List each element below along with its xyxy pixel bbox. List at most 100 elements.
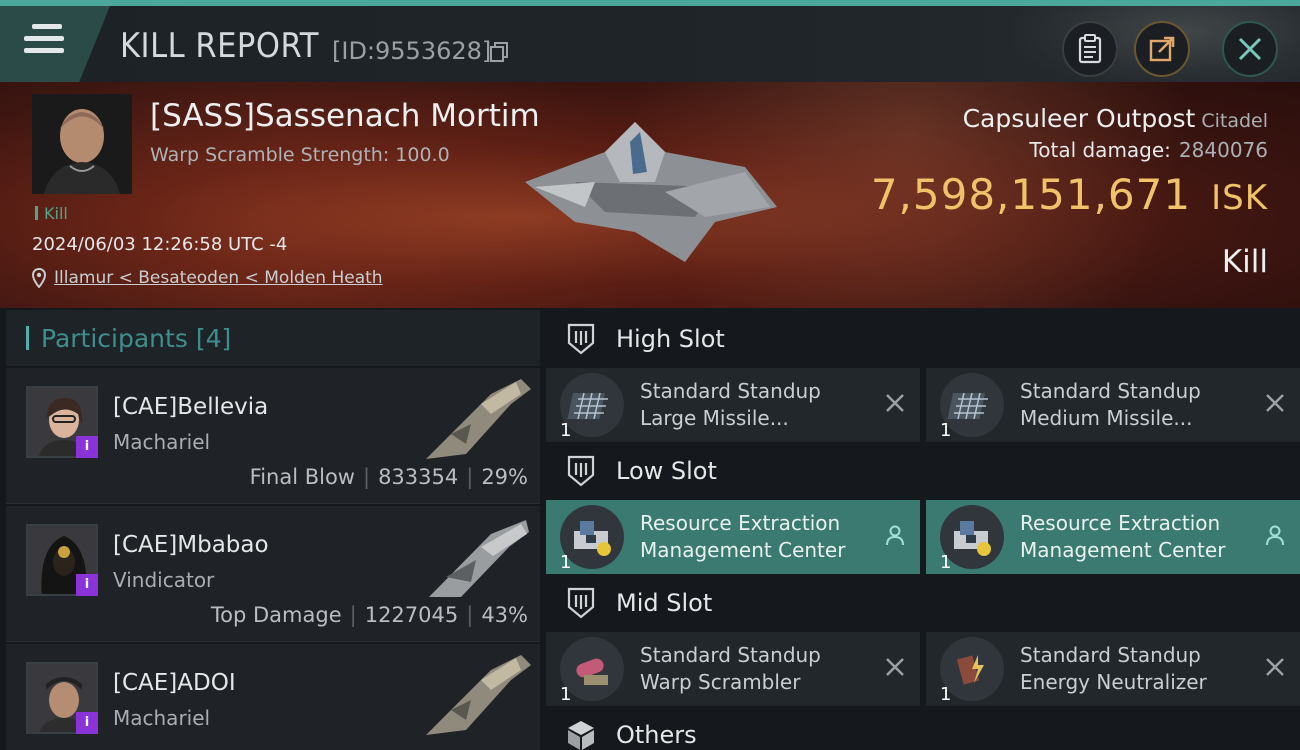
participant-stats: Final Blow | 833354 | 29% xyxy=(249,465,528,489)
machariel-ship-image xyxy=(426,655,531,735)
participant-role: Top Damage xyxy=(210,603,342,627)
low-slot-label: Low Slot xyxy=(616,457,717,485)
mid-slot-label: Mid Slot xyxy=(616,589,713,617)
module-card[interactable]: 1 Resource Extraction Management Center xyxy=(546,500,920,574)
low-slot-row: 1 Resource Extraction Management Center 1… xyxy=(546,500,1300,574)
participant-name: [CAE]Bellevia xyxy=(113,394,269,420)
mid-slot-header: Mid Slot xyxy=(546,574,1300,632)
module-card[interactable]: 1 Standard Standup Medium Missile... xyxy=(926,368,1300,442)
participant-row[interactable]: i [CAE]Bellevia Machariel Final Blow | 833… xyxy=(6,368,540,504)
participant-damage: 1227045 xyxy=(364,603,459,627)
destroyed-x-icon xyxy=(1266,658,1284,676)
close-icon xyxy=(1238,37,1262,61)
high-slot-icon xyxy=(567,323,595,355)
low-slot-header: Low Slot xyxy=(546,442,1300,500)
isk-unit: ISK xyxy=(1211,178,1268,218)
module-card[interactable]: 1 Standard Standup Large Missile... xyxy=(546,368,920,442)
participant-role: Final Blow xyxy=(249,465,355,489)
participants-header: Participants [4] xyxy=(6,310,540,366)
module-name-line1: Resource Extraction xyxy=(1020,511,1221,535)
victim-name: [SASS]Sassenach Mortim xyxy=(150,98,540,134)
participant-percent: 29% xyxy=(481,465,528,489)
module-quantity: 1 xyxy=(940,552,952,573)
kill-datetime: 2024/06/03 12:26:58 UTC -4 xyxy=(32,234,288,255)
total-damage-label: Total damage: xyxy=(1029,138,1171,162)
missile-launcher-icon: 1 xyxy=(940,373,1004,441)
module-name: Standard Standup Large Missile... xyxy=(640,378,890,432)
cube-icon xyxy=(568,721,594,750)
fitting-panel: High Slot 1 Standard Standup Large Missil… xyxy=(546,310,1300,750)
character-portrait-image xyxy=(32,94,132,194)
participant-row[interactable]: i [CAE]Mbabao Vindicator Top Damage | 1227… xyxy=(6,506,540,642)
module-name-line1: Resource Extraction xyxy=(640,511,841,535)
page-title: KILL REPORT xyxy=(120,26,319,66)
total-damage-value: 2840076 xyxy=(1178,138,1268,162)
high-slot-header: High Slot xyxy=(546,310,1300,368)
participant-badge: i xyxy=(76,712,98,734)
victim-portrait[interactable] xyxy=(32,94,132,194)
module-name: Standard Standup Medium Missile... xyxy=(1020,378,1270,432)
module-name-line2: Warp Scrambler xyxy=(640,670,801,694)
participant-ship: Vindicator xyxy=(113,568,215,592)
target-type: Citadel xyxy=(1201,110,1268,132)
target-name: Capsuleer Outpost xyxy=(962,104,1196,133)
module-name: Standard Standup Energy Neutralizer xyxy=(1020,642,1270,696)
module-quantity: 1 xyxy=(560,552,572,573)
clipboard-icon xyxy=(1078,34,1102,64)
module-name-line2: Management Center xyxy=(1020,538,1226,562)
destroyed-x-icon xyxy=(886,394,904,412)
mid-slot-row: 1 Standard Standup Warp Scrambler 1 Stand… xyxy=(546,632,1300,706)
machariel-ship-image xyxy=(426,379,531,459)
module-name: Standard Standup Warp Scrambler xyxy=(640,642,890,696)
module-quantity: 1 xyxy=(940,684,952,705)
location-pin-icon xyxy=(32,268,46,288)
copy-icon[interactable] xyxy=(490,42,508,62)
others-label: Others xyxy=(616,721,697,749)
location-link[interactable]: Illamur < Besateoden < Molden Heath xyxy=(54,268,383,288)
participant-damage: 833354 xyxy=(378,465,459,489)
module-name-line2: Medium Missile... xyxy=(1020,406,1193,430)
high-slot-row: 1 Standard Standup Large Missile... 1 Sta… xyxy=(546,368,1300,442)
total-damage: Total damage: 2840076 xyxy=(1029,138,1268,162)
module-name: Resource Extraction Management Center xyxy=(1020,510,1270,564)
module-card[interactable]: 1 Standard Standup Energy Neutralizer xyxy=(926,632,1300,706)
module-name-line2: Management Center xyxy=(640,538,846,562)
isk-value: 7,598,151,671 ISK xyxy=(871,170,1268,219)
participant-percent: 43% xyxy=(481,603,528,627)
dropped-person-icon xyxy=(886,525,904,546)
module-name: Resource Extraction Management Center xyxy=(640,510,890,564)
module-name-line1: Standard Standup xyxy=(1020,379,1201,403)
target-structure: Capsuleer Outpost Citadel xyxy=(963,104,1268,133)
mid-slot-icon xyxy=(567,587,595,619)
participant-name: [CAE]Mbabao xyxy=(113,532,269,558)
module-quantity: 1 xyxy=(560,684,572,705)
hamburger-menu-icon[interactable] xyxy=(24,24,64,58)
module-card[interactable]: 1 Resource Extraction Management Center xyxy=(926,500,1300,574)
low-slot-icon xyxy=(567,455,595,487)
resource-extraction-icon: 1 xyxy=(560,505,624,573)
destroyed-x-icon xyxy=(886,658,904,676)
top-bar: KILL REPORT [ID:9553628] xyxy=(0,0,1300,88)
module-name-line2: Large Missile... xyxy=(640,406,789,430)
share-button[interactable] xyxy=(1134,21,1190,77)
module-name-line1: Standard Standup xyxy=(1020,643,1201,667)
close-button[interactable] xyxy=(1222,21,1278,77)
warp-scrambler-icon: 1 xyxy=(560,637,624,705)
module-name-line1: Standard Standup xyxy=(640,379,821,403)
module-quantity: 1 xyxy=(940,420,952,441)
energy-neutralizer-icon: 1 xyxy=(940,637,1004,705)
destroyed-x-icon xyxy=(1266,394,1284,412)
participants-panel: Participants [4] i [CAE]Bellevia Machari… xyxy=(6,310,540,750)
report-id: [ID:9553628] xyxy=(332,37,492,65)
warp-scramble-strength: Warp Scramble Strength: 100.0 xyxy=(150,144,450,166)
resource-extraction-icon: 1 xyxy=(940,505,1004,573)
participants-count: [4] xyxy=(195,323,232,353)
clipboard-button[interactable] xyxy=(1062,21,1118,77)
module-card[interactable]: 1 Standard Standup Warp Scrambler xyxy=(546,632,920,706)
participant-ship: Machariel xyxy=(113,706,211,730)
participants-label: Participants xyxy=(41,323,188,353)
vindicator-ship-image xyxy=(429,520,529,597)
kill-result: Kill xyxy=(1221,244,1268,280)
participant-stats: Top Damage | 1227045 | 43% xyxy=(210,603,528,627)
participant-row[interactable]: i [CAE]ADOI Machariel xyxy=(6,644,540,750)
